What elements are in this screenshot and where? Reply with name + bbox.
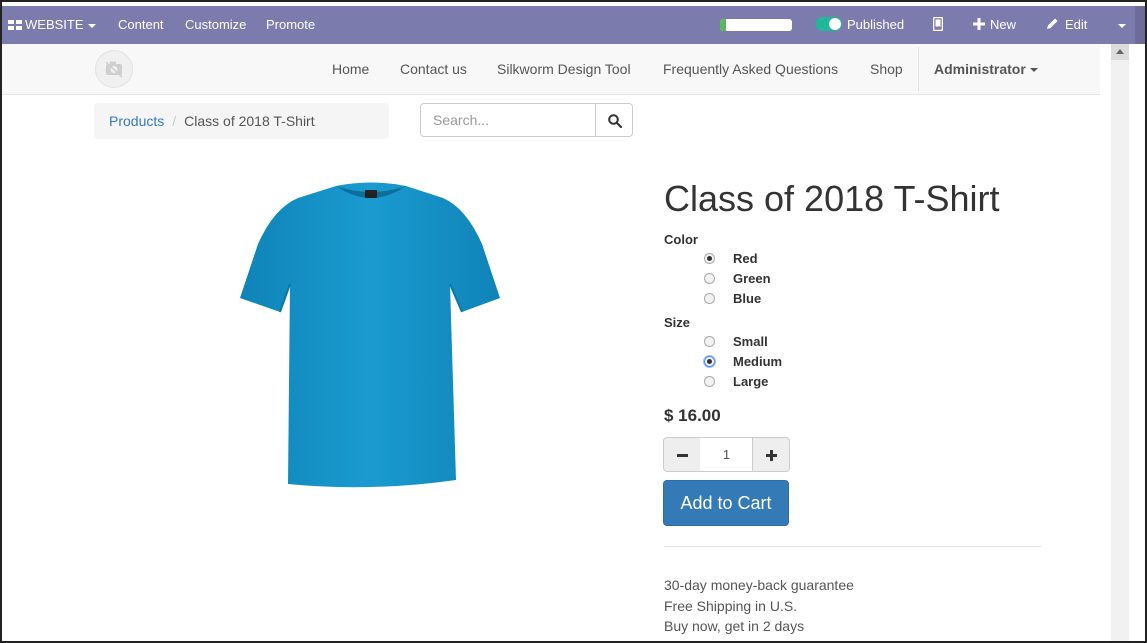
edit-label: Edit [1065, 17, 1088, 32]
content-menu[interactable]: Content [118, 6, 164, 44]
camera-placeholder-icon [105, 61, 123, 78]
radio-button[interactable] [704, 356, 715, 367]
caret-down-icon [87, 23, 96, 28]
product-search [420, 103, 633, 137]
plus-icon [973, 18, 985, 30]
search-icon [608, 114, 622, 128]
vertical-scrollbar[interactable] [1100, 44, 1145, 641]
product-price: $ 16.00 [664, 406, 721, 425]
new-button[interactable]: New [973, 6, 1016, 44]
user-menu-label: Administrator [934, 61, 1026, 77]
quantity-decrease-button[interactable] [663, 437, 701, 472]
mobile-icon [932, 16, 944, 32]
option-label: Medium [733, 354, 783, 369]
nav-silkworm-design-tool[interactable]: Silkworm Design Tool [497, 44, 631, 94]
published-toggle[interactable]: Published [816, 6, 904, 44]
radio-button[interactable] [704, 293, 715, 304]
navbar-divider [918, 47, 919, 91]
search-button[interactable] [595, 103, 633, 137]
product-title: Class of 2018 T-Shirt [664, 178, 1000, 219]
breadcrumb-products-link[interactable]: Products [109, 113, 164, 129]
nav-faq[interactable]: Frequently Asked Questions [663, 44, 838, 94]
scrollbar-track[interactable] [1111, 44, 1129, 641]
color-attribute-label: Color [664, 232, 698, 247]
option-label: Large [733, 374, 769, 389]
website-menu-label: WEBSITE [25, 17, 84, 32]
info-delivery: Buy now, get in 2 days [664, 618, 805, 634]
website-menu[interactable]: WEBSITE [8, 6, 96, 44]
option-label: Blue [733, 291, 762, 306]
progress-fill [720, 19, 726, 31]
option-label: Small [733, 334, 768, 349]
divider [664, 546, 1041, 547]
option-label: Green [733, 271, 771, 286]
size-attribute-label: Size [664, 315, 691, 330]
product-image [240, 182, 500, 488]
breadcrumb-separator: / [172, 113, 177, 129]
breadcrumb-current: Class of 2018 T-Shirt [184, 113, 315, 129]
quantity-stepper: 1 [663, 437, 790, 472]
pencil-icon [1047, 18, 1058, 29]
edit-button[interactable]: Edit [1046, 6, 1087, 44]
caret-down-icon [1118, 23, 1126, 28]
site-navbar: Home Contact us Silkworm Design Tool Fre… [2, 44, 1100, 95]
radio-button[interactable] [704, 273, 715, 284]
published-label: Published [847, 17, 905, 32]
add-to-cart-button[interactable]: Add to Cart [663, 480, 789, 526]
scrollbar-top-strip [1135, 6, 1145, 44]
apps-grid-icon [8, 20, 22, 30]
nav-shop[interactable]: Shop [870, 44, 903, 94]
radio-button[interactable] [704, 253, 715, 264]
quantity-input[interactable]: 1 [700, 437, 753, 472]
toggle-on-icon [816, 17, 842, 31]
new-label: New [990, 17, 1017, 32]
breadcrumb: Products / Class of 2018 T-Shirt [94, 103, 389, 139]
caret-down-icon [1029, 68, 1038, 73]
customize-menu[interactable]: Customize [185, 6, 246, 44]
info-free-shipping: Free Shipping in U.S. [664, 598, 798, 614]
promote-menu[interactable]: Promote [266, 6, 315, 44]
radio-button[interactable] [704, 376, 715, 387]
user-menu[interactable]: Administrator [934, 44, 1038, 94]
scroll-up-arrow-icon[interactable] [1111, 44, 1129, 60]
radio-button[interactable] [704, 336, 715, 347]
option-label: Red [733, 251, 758, 266]
search-input[interactable] [420, 103, 596, 137]
mobile-preview-button[interactable] [932, 6, 944, 44]
nav-contact-us[interactable]: Contact us [400, 44, 467, 94]
edit-dropdown-toggle[interactable] [1114, 6, 1126, 44]
quantity-increase-button[interactable] [752, 437, 790, 472]
progress-bar [720, 19, 792, 31]
site-logo[interactable] [95, 50, 133, 88]
admin-bar: WEBSITE Content Customize Promote Publis… [2, 6, 1145, 44]
nav-home[interactable]: Home [332, 44, 369, 94]
info-money-back: 30-day money-back guarantee [664, 577, 854, 593]
